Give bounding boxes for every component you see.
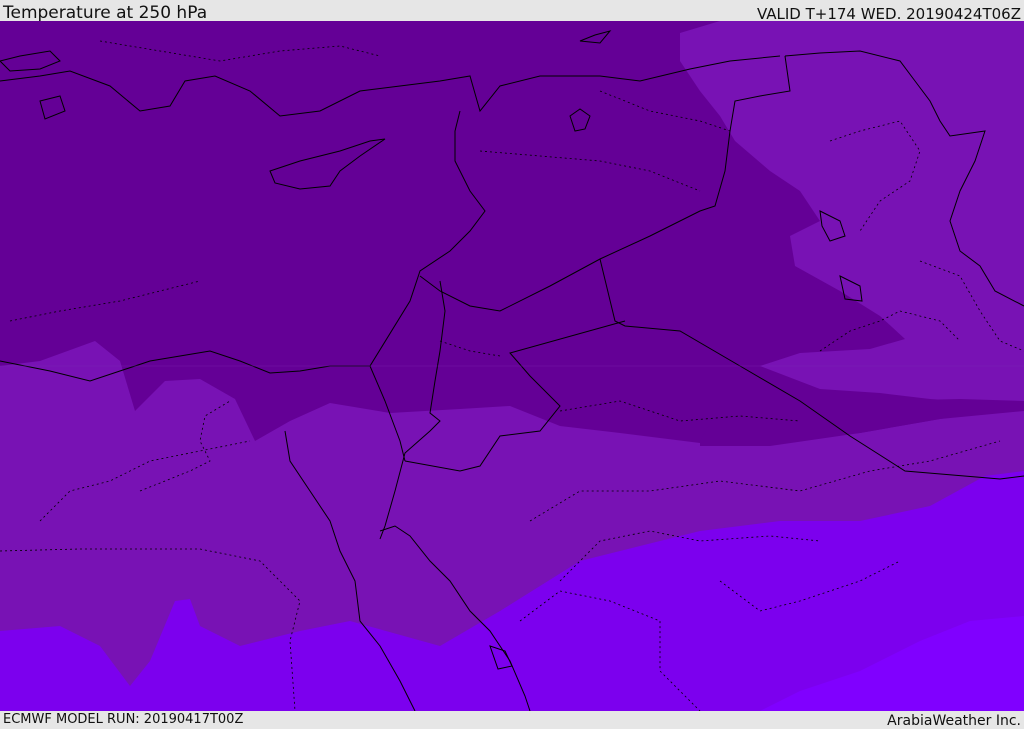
map-title: Temperature at 250 hPa bbox=[3, 3, 208, 23]
credit-label: ArabiaWeather Inc. bbox=[887, 713, 1021, 729]
temperature-map[interactable] bbox=[0, 21, 1024, 711]
model-run-label: ECMWF MODEL RUN: 20190417T00Z bbox=[3, 712, 244, 727]
header-bar: Temperature at 250 hPa VALID T+174 WED. … bbox=[0, 0, 1024, 23]
